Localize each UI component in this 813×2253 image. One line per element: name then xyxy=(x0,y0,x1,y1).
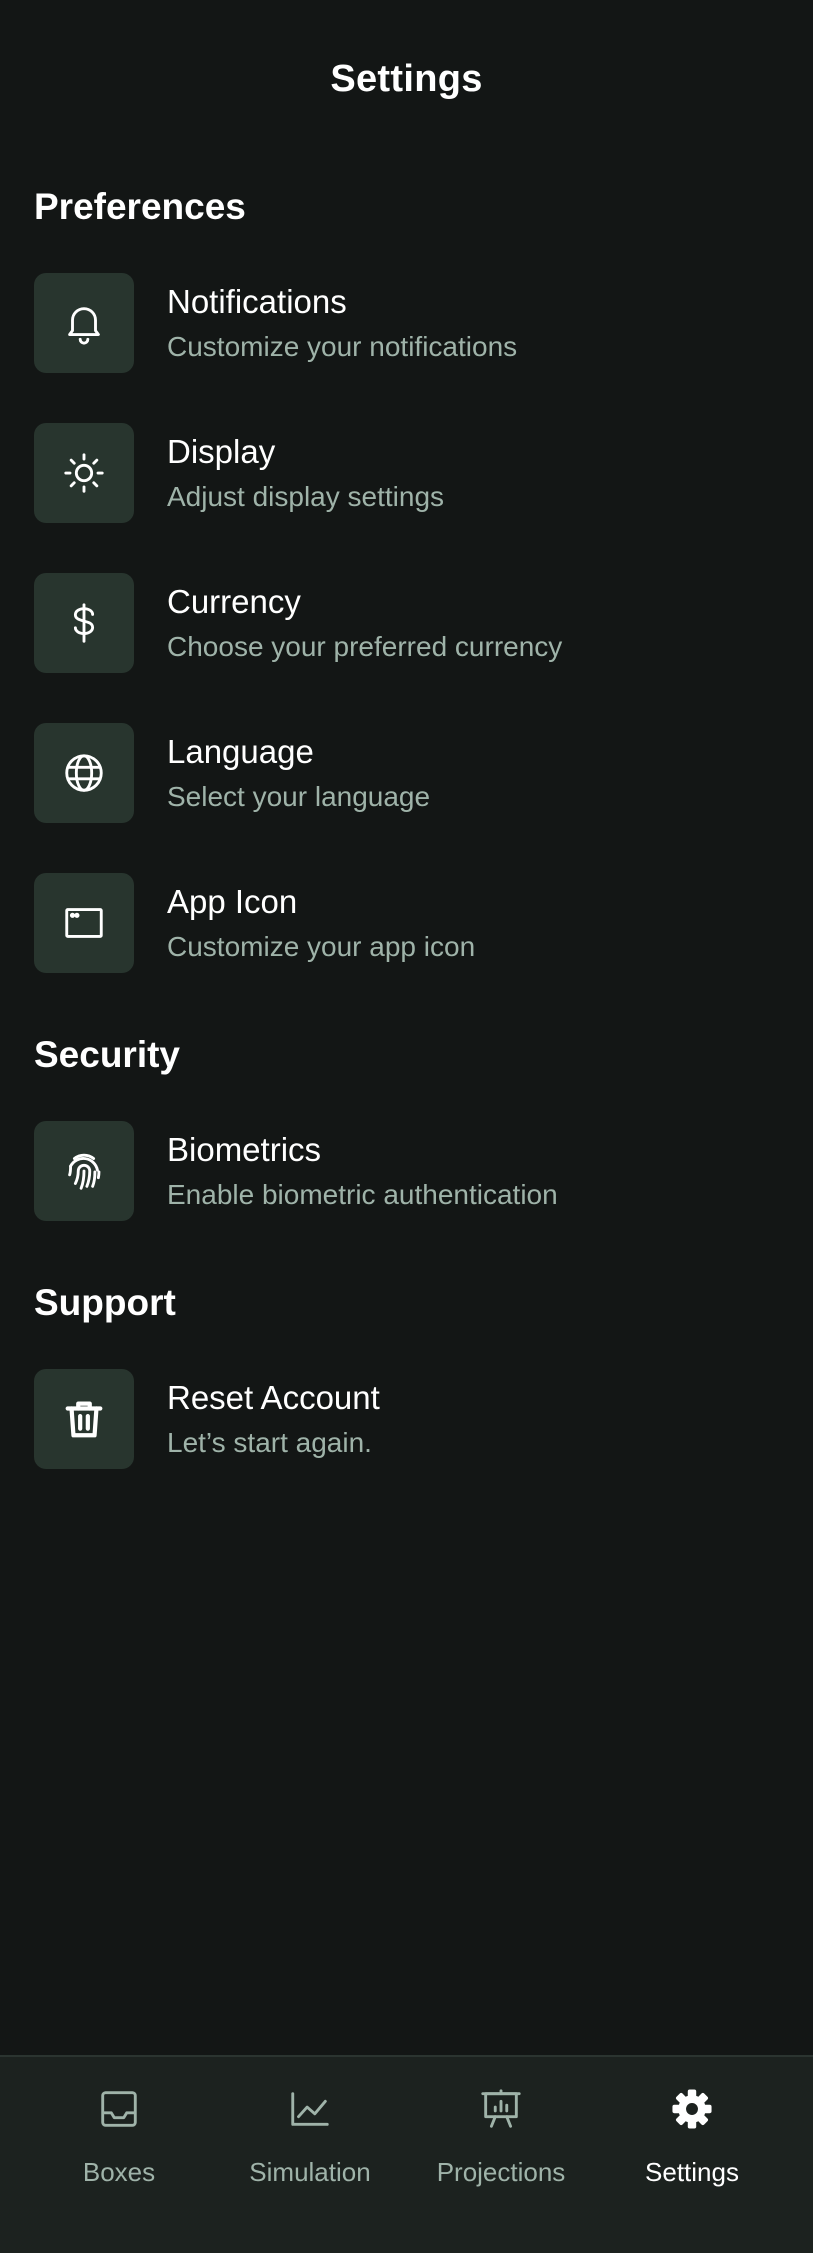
section-title-support: Support xyxy=(34,1282,176,1323)
settings-item-title: Reset Account xyxy=(167,1379,380,1416)
tab-boxes[interactable]: Boxes xyxy=(24,2057,214,2207)
section-title-preferences: Preferences xyxy=(34,186,246,227)
settings-item-language[interactable]: Language Select your language xyxy=(34,723,779,823)
settings-item-biometrics[interactable]: Biometrics Enable biometric authenticati… xyxy=(34,1121,779,1221)
settings-item-subtitle: Select your language xyxy=(167,781,431,812)
settings-item-title: Biometrics xyxy=(167,1131,322,1168)
settings-item-title: Notifications xyxy=(167,283,347,320)
settings-item-reset-account[interactable]: Reset Account Let’s start again. xyxy=(34,1369,779,1469)
tab-label: Settings xyxy=(645,2157,739,2187)
tab-label: Boxes xyxy=(82,2157,156,2187)
bell-icon xyxy=(34,273,134,373)
inbox-icon xyxy=(96,2086,142,2132)
tab-simulation[interactable]: Simulation xyxy=(215,2057,405,2207)
settings-item-title: App Icon xyxy=(167,883,298,920)
bottom-tab-bar: Boxes Simulation Projections Settings xyxy=(0,2055,813,2253)
tab-settings[interactable]: Settings xyxy=(597,2057,787,2207)
tab-projections[interactable]: Projections xyxy=(406,2057,596,2207)
section-title-security: Security xyxy=(34,1034,181,1075)
settings-item-title: Currency xyxy=(167,583,301,620)
settings-item-title: Display xyxy=(167,433,276,470)
settings-item-notifications[interactable]: Notifications Customize your notificatio… xyxy=(34,273,779,373)
tab-label: Projections xyxy=(436,2157,566,2187)
sun-icon xyxy=(34,423,134,523)
trash-icon xyxy=(34,1369,134,1469)
settings-item-display[interactable]: Display Adjust display settings xyxy=(34,423,779,523)
settings-item-subtitle: Enable biometric authentication xyxy=(167,1179,558,1210)
page-title: Settings xyxy=(330,58,483,100)
settings-item-subtitle: Customize your notifications xyxy=(167,331,518,362)
dollar-icon xyxy=(34,573,134,673)
settings-item-subtitle: Customize your app icon xyxy=(167,931,476,962)
globe-icon xyxy=(34,723,134,823)
gear-icon xyxy=(669,2086,715,2132)
settings-item-subtitle: Adjust display settings xyxy=(167,481,445,512)
tab-label: Simulation xyxy=(249,2157,371,2187)
settings-item-app-icon[interactable]: App Icon Customize your app icon xyxy=(34,873,779,973)
fingerprint-icon xyxy=(34,1121,134,1221)
settings-item-subtitle: Let’s start again. xyxy=(167,1427,372,1458)
settings-item-subtitle: Choose your preferred currency xyxy=(167,631,563,662)
presentation-chart-icon xyxy=(478,2086,524,2132)
settings-item-currency[interactable]: Currency Choose your preferred currency xyxy=(34,573,779,673)
settings-item-title: Language xyxy=(167,733,314,770)
line-chart-icon xyxy=(287,2086,333,2132)
app-window-icon xyxy=(34,873,134,973)
